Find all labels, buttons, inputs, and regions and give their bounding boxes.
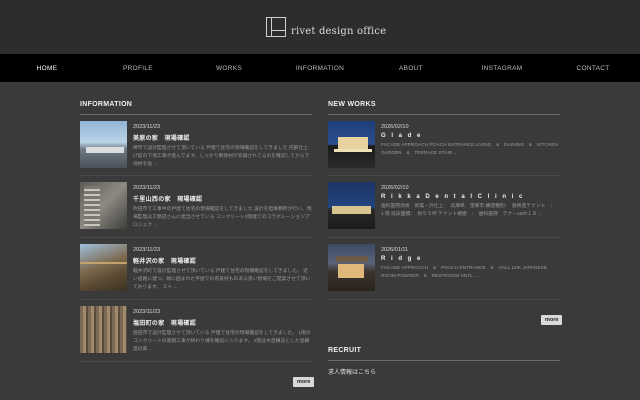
nav-instagram[interactable]: INSTAGRAM [457, 65, 548, 72]
info-excerpt: 鹿田市で設計監理させて頂いている 戸建て住宅の現場確認をしてきました。 1階のコ… [133, 331, 311, 352]
info-item[interactable]: 2023/11/23 塩田町の家 現場確認 鹿田市で設計監理させて頂いている 戸… [80, 306, 312, 356]
info-date: 2023/11/23 [133, 309, 161, 315]
divider [80, 299, 312, 300]
work-item[interactable]: 2026/01/11 R i d g e FACADE APPROACH & P… [328, 244, 560, 294]
info-item[interactable]: 2023/11/23 千里山西の家 現場確認 吹田市で工事中の戸建て住宅の現場確… [80, 182, 312, 232]
work-thumb-image[interactable] [328, 121, 375, 168]
work-item[interactable]: 2026/02/10 G l a d e FACADE APPROACH POA… [328, 121, 560, 171]
work-date: 2026/02/10 [381, 124, 409, 130]
info-thumb-image[interactable] [80, 244, 127, 291]
new-works-more-button[interactable]: more [541, 315, 563, 325]
nav-about[interactable]: ABOUT [366, 65, 457, 72]
info-date: 2023/11/23 [133, 247, 161, 253]
nav-works[interactable]: WORKS [184, 65, 275, 72]
brand-name: rivet design office [291, 26, 387, 37]
info-thumb-image[interactable] [80, 306, 127, 353]
nav-contact[interactable]: CONTACT [548, 65, 639, 72]
nav-profile[interactable]: PROFILE [93, 65, 184, 72]
work-excerpt: FACADE APPROACH & POACH ENTRANCE & HALL … [381, 266, 548, 279]
info-thumb-image[interactable] [80, 121, 127, 168]
main-nav: HOME PROFILE WORKS INFORMATION ABOUT INS… [0, 54, 640, 82]
divider [328, 175, 560, 176]
info-title[interactable]: 美原の家 現場確認 [133, 133, 312, 142]
nav-home[interactable]: HOME [2, 65, 93, 72]
divider [80, 175, 312, 176]
new-works-title: NEW WORKS [328, 101, 560, 115]
new-works-section: NEW WORKS 2026/02/10 G l a d e FACADE AP… [328, 101, 563, 325]
logo-mark-icon [266, 17, 286, 37]
work-excerpt: 歯科医院改修 新築・外仕上： 兵庫県 宝塚市 構造種別： 鉄骨造テナント ： 1… [381, 204, 558, 217]
info-excerpt: 軽井沢町で設計監理させて頂いている 戸建て住宅の現場確認をしてきました。 近い道… [133, 269, 311, 290]
work-item[interactable]: 2026/02/10 R i k k a D e n t a l C l i n… [328, 182, 560, 232]
information-section: INFORMATION 2023/11/23 美原の家 現場確認 堺市で設計監理… [80, 101, 315, 387]
divider [328, 299, 560, 300]
work-thumb-image[interactable] [328, 182, 375, 229]
work-thumb-image[interactable] [328, 244, 375, 291]
information-title: INFORMATION [80, 101, 312, 115]
info-date: 2023/11/23 [133, 185, 161, 191]
info-item[interactable]: 2023/11/23 軽井沢の家 現場確認 軽井沢町で設計監理させて頂いている … [80, 244, 312, 294]
recruit-title: RECRUIT [328, 347, 560, 361]
site-header: rivet design office [0, 0, 640, 54]
work-title[interactable]: G l a d e [381, 133, 560, 139]
divider [328, 237, 560, 238]
work-title[interactable]: R i d g e [381, 256, 560, 262]
divider [80, 361, 312, 362]
site-logo[interactable]: rivet design office [266, 17, 386, 37]
info-excerpt: 吹田市で工事中の戸建て住宅の現場確認をしてきました 設計を担事務所が行い、現場監… [133, 207, 312, 228]
information-more-button[interactable]: more [293, 377, 315, 387]
info-title[interactable]: 軽井沢の家 現場確認 [133, 256, 312, 265]
info-title[interactable]: 塩田町の家 現場確認 [133, 318, 312, 327]
info-item[interactable]: 2023/11/23 美原の家 現場確認 堺市で設計監理させて頂いている 戸建て… [80, 121, 312, 171]
recruit-link[interactable]: 求人情報はこちら [328, 367, 376, 376]
divider [80, 237, 312, 238]
info-date: 2023/11/23 [133, 124, 161, 130]
info-excerpt: 堺市で設計監理させて頂いている 戸建て住宅の現場確認をしてきました 内部仕上げ前… [133, 146, 310, 167]
info-thumb-image[interactable] [80, 182, 127, 229]
nav-information[interactable]: INFORMATION [275, 65, 366, 72]
work-excerpt: FACADE APPROACH POACH ENTRANCE LIVING & … [381, 143, 558, 156]
work-title[interactable]: R i k k a D e n t a l C l i n i c [381, 194, 560, 200]
work-date: 2026/02/10 [381, 185, 409, 191]
work-date: 2026/01/11 [381, 247, 409, 253]
info-title[interactable]: 千里山西の家 現場確認 [133, 194, 312, 203]
